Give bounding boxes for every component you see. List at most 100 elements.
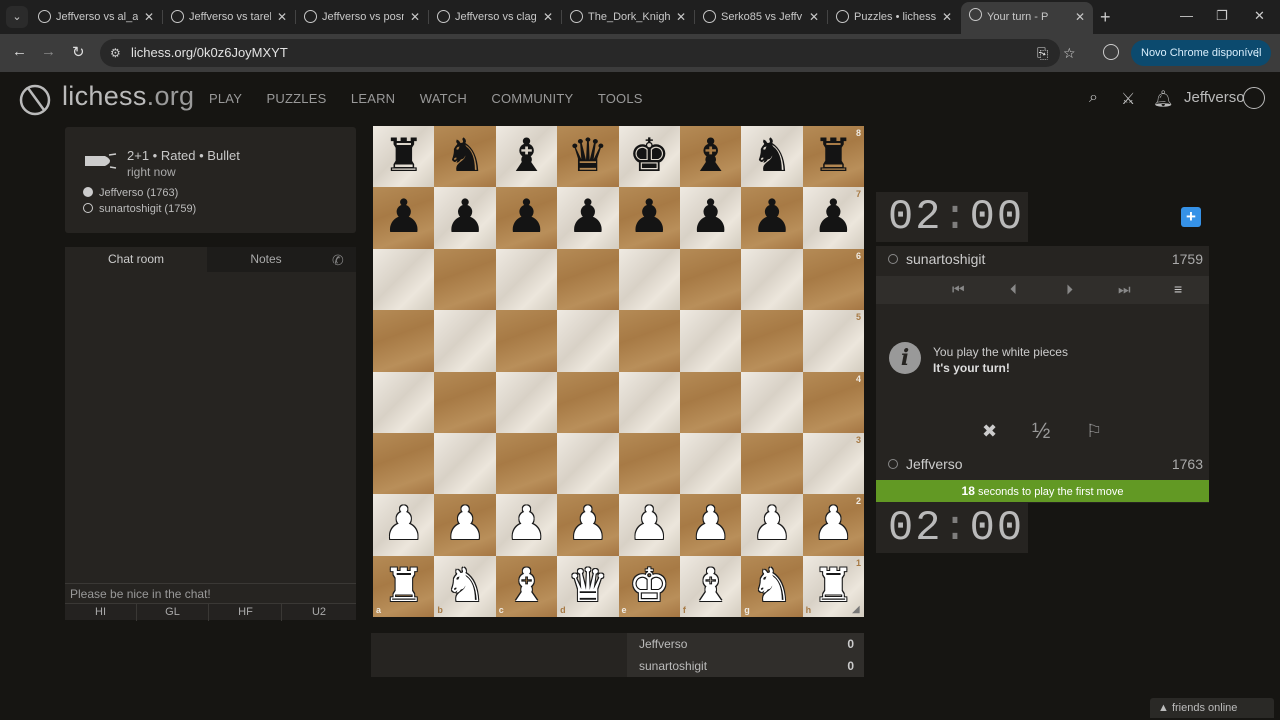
url-text[interactable]: lichess.org/0k0z6JoyMXYT xyxy=(131,45,288,60)
square-d5[interactable] xyxy=(557,310,619,372)
square-a4[interactable] xyxy=(373,371,435,433)
square-h3[interactable] xyxy=(802,432,864,495)
white-bishop-icon[interactable]: ♝ xyxy=(680,556,741,617)
friends-online-toggle[interactable]: ▲ friends online xyxy=(1150,698,1274,718)
square-a3[interactable] xyxy=(373,432,435,495)
board-resize-handle-icon[interactable]: ◢ xyxy=(852,604,860,615)
user-avatar-icon[interactable] xyxy=(1243,87,1265,109)
minimize-icon[interactable]: — xyxy=(1180,8,1193,23)
square-e3[interactable] xyxy=(618,432,680,495)
square-d6[interactable] xyxy=(557,248,619,311)
bookmark-star-icon[interactable]: ☆ xyxy=(1063,45,1076,62)
square-a5[interactable] xyxy=(373,310,435,372)
square-f4[interactable] xyxy=(679,371,742,433)
tab-chat-room[interactable]: Chat room xyxy=(65,247,207,272)
square-f3[interactable] xyxy=(679,432,742,495)
site-logo-text[interactable]: lichess.org xyxy=(62,81,194,112)
square-h5[interactable] xyxy=(802,310,864,372)
profile-icon[interactable] xyxy=(1103,44,1119,60)
white-queen-icon[interactable]: ♛ xyxy=(557,556,618,617)
tab-close-icon[interactable]: ✕ xyxy=(1075,2,1085,32)
install-app-icon[interactable]: ⎘ xyxy=(1037,45,1048,62)
square-d4[interactable] xyxy=(557,371,619,433)
nav-learn[interactable]: LEARN xyxy=(351,91,395,106)
tab-close-icon[interactable]: ✕ xyxy=(410,4,420,30)
square-e4[interactable] xyxy=(618,371,680,433)
search-icon[interactable]: ⌕ xyxy=(1089,89,1098,107)
white-knight-icon[interactable]: ♞ xyxy=(434,556,495,617)
white-pawn-icon[interactable]: ♟ xyxy=(619,494,680,555)
abort-icon[interactable]: ✖ xyxy=(982,421,997,442)
opponent-player[interactable]: sunartoshigit 1759 xyxy=(888,251,1203,267)
tab-notes[interactable]: Notes xyxy=(207,247,325,272)
square-g5[interactable] xyxy=(741,310,803,372)
tab-close-icon[interactable]: ✕ xyxy=(809,4,819,30)
tab-close-icon[interactable]: ✕ xyxy=(676,4,686,30)
menu-hamburger-icon[interactable]: ≡ xyxy=(1174,281,1182,297)
address-bar[interactable]: ⚙ lichess.org/0k0z6JoyMXYT ⎘ ☆ xyxy=(100,39,1076,67)
white-pawn-icon[interactable]: ♟ xyxy=(496,494,557,555)
black-player-link[interactable]: sunartoshigit (1759) xyxy=(83,203,196,215)
square-g6[interactable] xyxy=(741,248,803,311)
maximize-icon[interactable]: ❐ xyxy=(1216,8,1228,24)
square-c3[interactable] xyxy=(495,432,558,495)
square-h6[interactable] xyxy=(802,248,864,311)
square-b6[interactable] xyxy=(434,248,496,311)
crosstable-row[interactable]: Jeffverso 0 xyxy=(639,637,854,651)
square-g3[interactable] xyxy=(741,432,803,495)
square-h4[interactable] xyxy=(802,371,864,433)
notification-bell-icon[interactable]: 🔔︎ xyxy=(1153,89,1173,109)
first-move-icon[interactable]: ⏮ xyxy=(952,281,965,298)
kebab-menu-icon[interactable]: ⋮ xyxy=(1252,40,1263,66)
square-d3[interactable] xyxy=(557,432,619,495)
white-pawn-icon[interactable]: ♟ xyxy=(434,494,495,555)
square-g4[interactable] xyxy=(741,371,803,433)
browser-tab[interactable]: Serko85 vs Jeffv ✕ xyxy=(695,4,827,30)
nav-community[interactable]: COMMUNITY xyxy=(491,91,573,106)
nav-tools[interactable]: TOOLS xyxy=(598,91,643,106)
phone-icon[interactable]: ✆ xyxy=(332,252,344,269)
nav-puzzles[interactable]: PUZZLES xyxy=(267,91,327,106)
tab-close-icon[interactable]: ✕ xyxy=(277,4,287,30)
new-tab-button[interactable]: + xyxy=(1100,7,1111,28)
last-move-icon[interactable]: ⏭ xyxy=(1118,281,1131,298)
white-pawn-icon[interactable]: ♟ xyxy=(803,494,864,555)
white-knight-icon[interactable]: ♞ xyxy=(741,556,802,617)
reload-button[interactable]: ↻ xyxy=(72,43,85,61)
chrome-update-button[interactable]: Novo Chrome disponível ⋮ xyxy=(1131,40,1271,66)
browser-tab[interactable]: Jeffverso vs clag ✕ xyxy=(429,4,561,30)
nav-play[interactable]: PLAY xyxy=(209,91,242,106)
white-pawn-icon[interactable]: ♟ xyxy=(373,494,434,555)
my-player[interactable]: Jeffverso 1763 xyxy=(888,456,1203,472)
square-c5[interactable] xyxy=(495,310,558,372)
lichess-logo-icon[interactable] xyxy=(18,82,52,116)
browser-tab[interactable]: Your turn - P ✕ xyxy=(961,2,1093,34)
square-a6[interactable] xyxy=(373,248,435,311)
preset-hf[interactable]: HF xyxy=(210,604,282,621)
white-king-icon[interactable]: ♚ xyxy=(619,556,680,617)
browser-tab[interactable]: Jeffverso vs tarel ✕ xyxy=(163,4,295,30)
square-c6[interactable] xyxy=(495,248,558,311)
square-f5[interactable] xyxy=(679,310,742,372)
user-menu[interactable]: Jeffverso xyxy=(1184,89,1245,106)
white-pawn-icon[interactable]: ♟ xyxy=(557,494,618,555)
white-bishop-icon[interactable]: ♝ xyxy=(496,556,557,617)
site-info-icon[interactable]: ⚙ xyxy=(110,46,121,60)
offer-draw-button[interactable]: ½ xyxy=(1032,418,1050,444)
square-e6[interactable] xyxy=(618,248,680,311)
square-c4[interactable] xyxy=(495,371,558,433)
next-move-icon[interactable]: ⏵ xyxy=(1066,281,1073,298)
white-pawn-icon[interactable]: ♟ xyxy=(741,494,802,555)
white-pawn-icon[interactable]: ♟ xyxy=(680,494,741,555)
preset-u2[interactable]: U2 xyxy=(283,604,355,621)
nav-watch[interactable]: WATCH xyxy=(420,91,467,106)
preset-hi[interactable]: HI xyxy=(65,604,137,621)
browser-tab[interactable]: Puzzles • lichess ✕ xyxy=(828,4,960,30)
forward-button[interactable]: → xyxy=(41,43,56,60)
chess-board[interactable]: ♜ ♞ ♝ ♛ ♚ ♝ ♞ ♜ ♟ ♟ ♟ ♟ ♟ ♟ ♟ ♟ ♟ ♟ ♟ ♟ ♟ ♟ ♟ ♟ ♜ ♞ ♝ ♛ ♚ ♝ ♞ ♜ 8 7 6 5 4 3 2 1… xyxy=(373,126,864,617)
add-time-button[interactable]: + xyxy=(1181,207,1201,227)
browser-tab[interactable]: The_Dork_Knight ✕ xyxy=(562,4,694,30)
preset-gl[interactable]: GL xyxy=(137,604,209,621)
square-b4[interactable] xyxy=(434,371,496,433)
browser-tab[interactable]: Jeffverso vs al_ar ✕ xyxy=(30,4,162,30)
